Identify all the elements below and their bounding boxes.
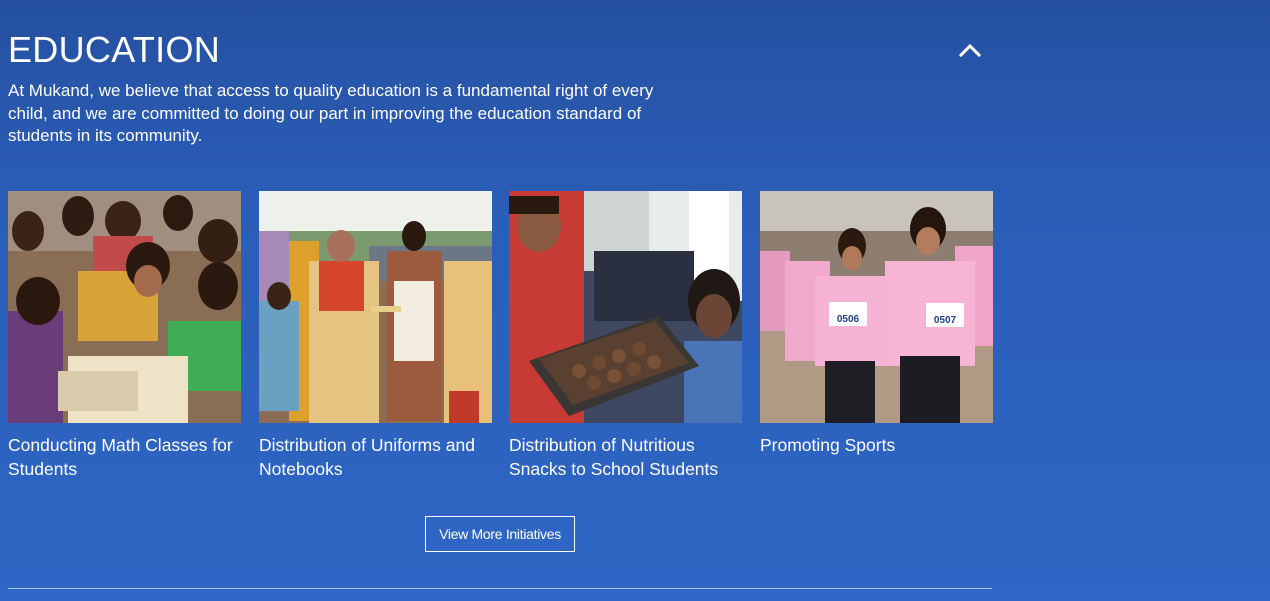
view-more-initiatives-button[interactable]: View More Initiatives <box>425 516 575 552</box>
card-image-sports[interactable]: 0506 0507 <box>760 191 993 423</box>
card-image-math-class[interactable] <box>8 191 241 423</box>
card-image-snacks[interactable] <box>509 191 742 423</box>
bib-number: 0507 <box>934 315 957 326</box>
section-divider <box>8 588 992 589</box>
card-caption[interactable]: Promoting Sports <box>760 434 993 458</box>
initiative-cards: Conducting Math Classes for Students Dis… <box>8 191 993 491</box>
initiative-card[interactable]: Distribution of Nutritious Snacks to Sch… <box>509 191 742 481</box>
bib-number: 0506 <box>837 314 860 325</box>
initiative-card[interactable]: 0506 0507 Promoting Sports <box>760 191 993 458</box>
chevron-up-icon <box>958 43 982 58</box>
card-caption[interactable]: Distribution of Uniforms and Notebooks <box>259 434 492 481</box>
education-section: EDUCATION At Mukand, we believe that acc… <box>8 0 993 601</box>
collapse-button[interactable] <box>956 36 984 64</box>
initiative-card[interactable]: Conducting Math Classes for Students <box>8 191 241 481</box>
card-caption[interactable]: Distribution of Nutritious Snacks to Sch… <box>509 434 742 481</box>
section-title: EDUCATION <box>8 29 221 70</box>
card-caption[interactable]: Conducting Math Classes for Students <box>8 434 241 481</box>
initiative-card[interactable]: Distribution of Uniforms and Notebooks <box>259 191 492 481</box>
section-intro: At Mukand, we believe that access to qua… <box>8 81 654 145</box>
card-image-uniforms[interactable] <box>259 191 492 423</box>
